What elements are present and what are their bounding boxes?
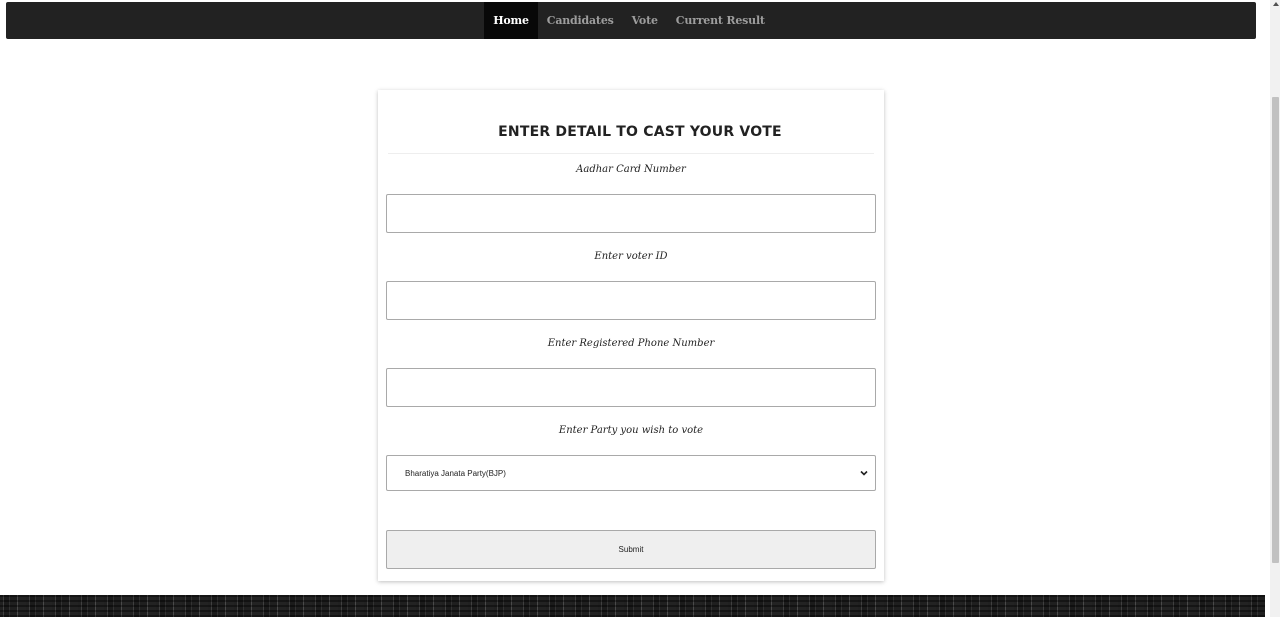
top-navbar: Home Candidates Vote Current Result [6,2,1256,39]
nav-list: Home Candidates Vote Current Result [484,2,774,39]
nav-item-candidates[interactable]: Candidates [538,2,623,39]
phone-input[interactable] [386,368,876,407]
nav-item-current-result[interactable]: Current Result [667,2,774,39]
party-select[interactable]: Bharatiya Janata Party(BJP) [386,455,876,491]
page: Home Candidates Vote Current Result ENTE… [0,0,1280,617]
chevron-down-icon [860,470,868,476]
submit-button[interactable]: Submit [386,530,876,569]
nav-item-vote[interactable]: Vote [623,2,667,39]
voter-id-label: Enter voter ID [594,251,668,262]
form-title: ENTER DETAIL TO CAST YOUR VOTE [498,124,782,140]
title-divider [388,153,874,154]
nav-item-home[interactable]: Home [484,2,538,39]
scrollbar-thumb[interactable] [1272,97,1279,563]
footer-texture [0,595,1265,617]
scroll-up-arrow-icon[interactable] [1273,2,1279,6]
page-scrollbar[interactable] [1270,0,1280,617]
party-label: Enter Party you wish to vote [558,425,704,436]
aadhar-label: Aadhar Card Number [576,164,686,175]
party-select-value: Bharatiya Janata Party(BJP) [405,468,506,478]
voter-id-input[interactable] [386,281,876,320]
aadhar-input[interactable] [386,194,876,233]
phone-label: Enter Registered Phone Number [547,338,715,349]
